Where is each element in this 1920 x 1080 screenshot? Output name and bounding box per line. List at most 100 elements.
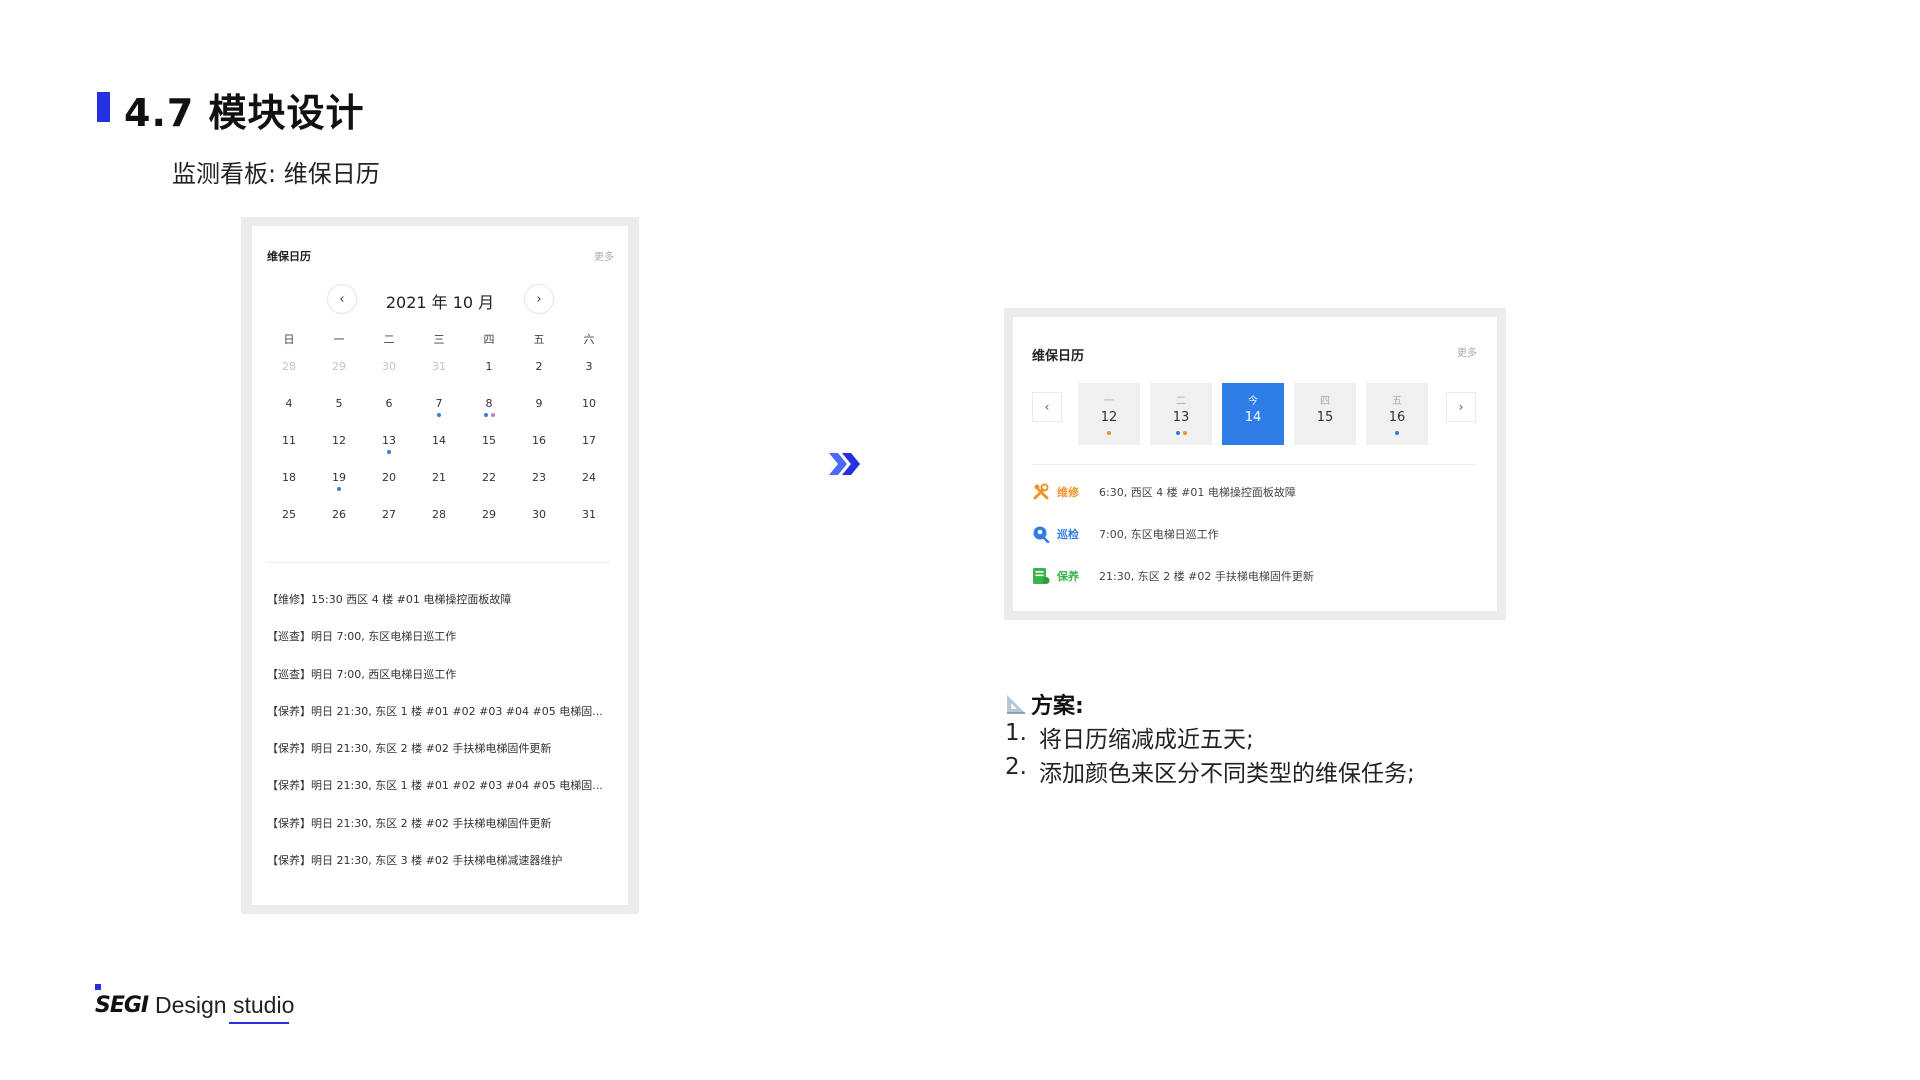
calendar-day[interactable]: 24 <box>564 467 614 504</box>
task-list-item[interactable]: 【保养】明日 21:30, 东区 1 楼 #01 #02 #03 #04 #05… <box>267 777 617 814</box>
calendar-day[interactable]: 16 <box>514 430 564 467</box>
calendar-day[interactable]: 21 <box>414 467 464 504</box>
calendar-day[interactable]: 17 <box>564 430 614 467</box>
proposal-item-number: 2. <box>1005 754 1027 780</box>
calendar-day[interactable]: 25 <box>264 504 314 541</box>
task-type-label: 维修 <box>1057 486 1079 499</box>
calendar-day-number: 20 <box>382 471 396 484</box>
calendar-day[interactable]: 29 <box>314 356 364 393</box>
proposal-item: 2. 添加颜色来区分不同类型的维保任务; <box>1005 754 1415 788</box>
calendar-day-number: 2 <box>535 360 543 373</box>
proposal-item-text: 将日历缩减成近五天; <box>1039 727 1254 753</box>
task-list-item[interactable]: 【巡查】明日 7:00, 西区电梯日巡工作 <box>267 666 617 703</box>
calendar-day[interactable]: 10 <box>564 393 614 430</box>
task-row-repair[interactable]: 维修 6:30, 西区 4 楼 #01 电梯操控面板故障 <box>1032 481 1296 503</box>
day-tile[interactable]: 一 12 <box>1078 383 1140 445</box>
task-indicator-dots <box>414 413 464 417</box>
calendar-day[interactable]: 28 <box>264 356 314 393</box>
task-text: 7:00, 东区电梯日巡工作 <box>1099 528 1219 541</box>
calendar-day-number: 7 <box>435 397 443 410</box>
task-list-item[interactable]: 【维修】15:30 西区 4 楼 #01 电梯操控面板故障 <box>267 591 617 628</box>
calendar-day[interactable]: 26 <box>314 504 364 541</box>
calendar-day[interactable]: 5 <box>314 393 364 430</box>
calendar-day[interactable]: 1 <box>464 356 514 393</box>
calendar-day-number: 29 <box>332 360 346 373</box>
next-days-button[interactable]: › <box>1446 392 1476 422</box>
next-month-button[interactable]: › <box>524 284 554 314</box>
week-row: 28 29 30 31 1 2 3 <box>264 356 614 393</box>
calendar-day[interactable]: 19 <box>314 467 364 504</box>
calendar-day-number: 10 <box>582 397 596 410</box>
calendar-day[interactable]: 3 <box>564 356 614 393</box>
calendar-day[interactable]: 4 <box>264 393 314 430</box>
day-tile-today[interactable]: 今 14 <box>1222 383 1284 445</box>
calendar-day[interactable]: 13 <box>364 430 414 467</box>
calendar-day[interactable]: 27 <box>364 504 414 541</box>
calendar-day[interactable]: 30 <box>514 504 564 541</box>
task-text: 21:30, 东区 2 楼 #02 手扶梯电梯固件更新 <box>1099 570 1314 583</box>
slide-title: 4.7 模块设计 <box>124 91 365 135</box>
proposal-heading: 方案: <box>1005 688 1084 720</box>
task-type-label: 保养 <box>1057 570 1079 583</box>
old-calendar-more-link[interactable]: 更多 <box>594 248 614 263</box>
calendar-day[interactable]: 6 <box>364 393 414 430</box>
prev-days-button[interactable]: ‹ <box>1032 392 1062 422</box>
calendar-day-number: 6 <box>385 397 393 410</box>
chevron-left-icon: ‹ <box>1044 400 1050 414</box>
logo-square-mark <box>95 984 101 990</box>
calendar-day[interactable]: 8 <box>464 393 514 430</box>
slide-subtitle: 监测看板: 维保日历 <box>172 160 380 188</box>
calendar-day[interactable]: 20 <box>364 467 414 504</box>
task-list-item[interactable]: 【保养】明日 21:30, 东区 2 楼 #02 手扶梯电梯固件更新 <box>267 815 617 852</box>
calendar-day-number: 22 <box>482 471 496 484</box>
task-row-inspect[interactable]: 巡检 7:00, 东区电梯日巡工作 <box>1032 523 1219 545</box>
task-type-label: 巡检 <box>1057 528 1079 541</box>
calendar-day-number: 13 <box>382 434 396 447</box>
calendar-day-number: 19 <box>332 471 346 484</box>
calendar-day[interactable]: 28 <box>414 504 464 541</box>
calendar-day-number: 12 <box>332 434 346 447</box>
calendar-day-number: 18 <box>282 471 296 484</box>
task-dot <box>1182 431 1187 435</box>
task-list-item[interactable]: 【保养】明日 21:30, 东区 2 楼 #02 手扶梯电梯固件更新 <box>267 740 617 777</box>
calendar-day[interactable]: 7 <box>414 393 464 430</box>
calendar-day[interactable]: 15 <box>464 430 514 467</box>
calendar-day[interactable]: 9 <box>514 393 564 430</box>
month-label: 2021 年 10 月 <box>385 293 495 312</box>
calendar-day-number: 4 <box>285 397 293 410</box>
calendar-day[interactable]: 31 <box>414 356 464 393</box>
task-row-maintain[interactable]: 保养 21:30, 东区 2 楼 #02 手扶梯电梯固件更新 <box>1032 565 1314 587</box>
calendar-day-number: 25 <box>282 508 296 521</box>
day-tile[interactable]: 四 15 <box>1294 383 1356 445</box>
day-tile-weekday: 二 <box>1176 396 1186 407</box>
calendar-day[interactable]: 22 <box>464 467 514 504</box>
calendar-day[interactable]: 18 <box>264 467 314 504</box>
calendar-day[interactable]: 23 <box>514 467 564 504</box>
weekday-label: 三 <box>433 333 445 346</box>
day-tile[interactable]: 五 16 <box>1366 383 1428 445</box>
task-list-item[interactable]: 【巡查】明日 7:00, 东区电梯日巡工作 <box>267 628 617 665</box>
new-calendar-more-link[interactable]: 更多 <box>1457 344 1477 359</box>
week-row: 4 5 6 7 8 9 10 <box>264 393 614 430</box>
day-tile[interactable]: 二 13 <box>1150 383 1212 445</box>
calendar-day-number: 15 <box>482 434 496 447</box>
task-list-item[interactable]: 【保养】明日 21:30, 东区 1 楼 #01 #02 #03 #04 #05… <box>267 703 617 740</box>
calendar-day-number: 28 <box>282 360 296 373</box>
task-indicator-dots <box>1150 431 1212 435</box>
calendar-day-number: 3 <box>585 360 593 373</box>
title-accent-bar <box>97 92 110 122</box>
calendar-day-number: 27 <box>382 508 396 521</box>
triangle-ruler-icon <box>1007 695 1025 714</box>
calendar-day[interactable]: 11 <box>264 430 314 467</box>
proposal-item: 1. 将日历缩减成近五天; <box>1005 720 1415 754</box>
calendar-day[interactable]: 29 <box>464 504 514 541</box>
calendar-day[interactable]: 31 <box>564 504 614 541</box>
calendar-day[interactable]: 2 <box>514 356 564 393</box>
calendar-day[interactable]: 14 <box>414 430 464 467</box>
calendar-day[interactable]: 12 <box>314 430 364 467</box>
calendar-day-number: 1 <box>485 360 493 373</box>
task-indicator-dots <box>364 450 414 454</box>
calendar-day[interactable]: 30 <box>364 356 414 393</box>
maintenance-doc-icon <box>1033 568 1050 584</box>
task-list-item[interactable]: 【保养】明日 21:30, 东区 3 楼 #02 手扶梯电梯减速器维护 <box>267 852 617 889</box>
